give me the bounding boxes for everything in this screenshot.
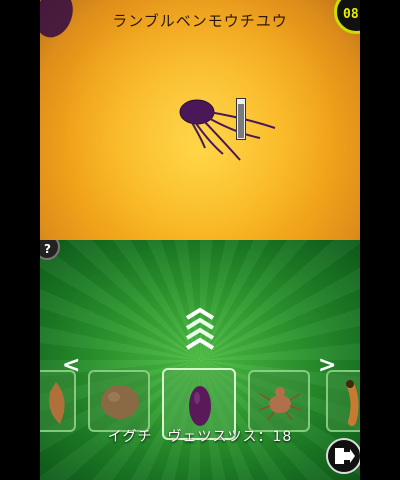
zoom-slider[interactable] bbox=[236, 98, 246, 140]
mite-specimen-icon bbox=[258, 387, 302, 421]
specimen-slot-larva[interactable] bbox=[326, 370, 360, 432]
top-screen: ランブルベンモウチユウ 08 bbox=[40, 0, 360, 240]
leaf-specimen-icon bbox=[49, 382, 65, 424]
brown-blob-specimen-icon bbox=[101, 385, 139, 419]
zoom-slider-fill bbox=[238, 104, 244, 138]
specimen-info-label: イグチ ヴェツスツス：18 bbox=[107, 429, 293, 445]
specimen-slot-brown-blob[interactable] bbox=[88, 370, 150, 432]
help-label: ? bbox=[44, 242, 51, 256]
exit-button[interactable] bbox=[326, 438, 360, 474]
exit-door-icon bbox=[335, 448, 355, 464]
scroll-up-chevrons-icon[interactable] bbox=[183, 306, 217, 352]
counter-value: 08 bbox=[343, 7, 359, 22]
specimen-slot-mite[interactable] bbox=[248, 370, 310, 432]
creature-specimen bbox=[179, 99, 276, 161]
species-name: ランブルベンモウチユウ bbox=[112, 12, 288, 30]
larva-specimen-icon bbox=[346, 380, 359, 426]
specimen-slot-leaf[interactable] bbox=[40, 370, 76, 432]
bottom-screen: ? < > イグチ ヴェツスツス：18 bbox=[40, 240, 360, 480]
